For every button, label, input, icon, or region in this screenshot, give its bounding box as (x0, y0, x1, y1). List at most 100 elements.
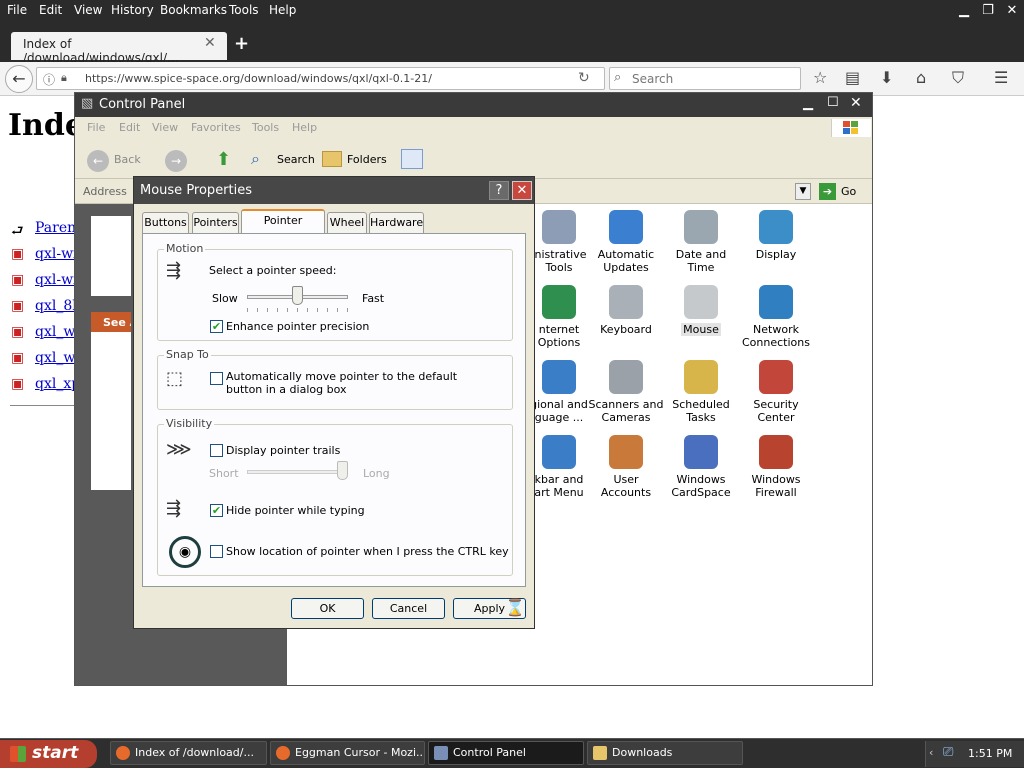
user-accounts-item[interactable]: User Accounts (587, 435, 665, 499)
menu-view[interactable]: View (74, 3, 102, 17)
item-label: Windows Firewall (751, 473, 801, 499)
close-icon[interactable]: ✕ (1003, 3, 1021, 19)
menu-tools[interactable]: Tools (229, 3, 259, 17)
minimize-icon[interactable]: ▁ (955, 3, 973, 19)
bookmark-star-icon[interactable]: ☆ (813, 68, 827, 87)
dialog-titlebar[interactable]: Mouse Properties ? ✕ (134, 177, 534, 204)
ctrl-locate-checkbox[interactable] (210, 545, 223, 558)
reading-list-icon[interactable]: ▤ (845, 68, 860, 87)
network-connections-item[interactable]: Network Connections (737, 285, 815, 349)
menu-bookmarks[interactable]: Bookmarks (160, 3, 227, 17)
new-tab-icon[interactable]: + (234, 33, 249, 54)
control-panel-titlebar[interactable]: ▧ Control Panel ▁ ☐ ✕ (75, 93, 872, 117)
cancel-button[interactable]: Cancel (372, 598, 445, 619)
task-firefox-eggman[interactable]: Eggman Cursor - Mozi... (270, 741, 425, 765)
ok-button[interactable]: OK (291, 598, 364, 619)
back-icon[interactable]: ← (87, 150, 109, 172)
tab-hardware[interactable]: Hardware (369, 212, 424, 233)
menu-help[interactable]: Help (269, 3, 296, 17)
security-center-item[interactable]: Security Center (737, 360, 815, 424)
folders-button[interactable]: Folders (347, 153, 387, 166)
tab-wheel[interactable]: Wheel (327, 212, 367, 233)
restore-icon[interactable]: ❐ (979, 3, 997, 19)
search-icon: ⌕ (614, 70, 622, 85)
file-link[interactable]: qxl_xp (35, 376, 75, 392)
reload-icon[interactable]: ↻ (578, 70, 590, 86)
views-icon[interactable] (401, 149, 423, 169)
mouse-properties-dialog: Mouse Properties ? ✕ Buttons Pointers Po… (133, 176, 535, 629)
speed-slider-thumb[interactable] (292, 286, 303, 305)
up-folder-icon[interactable]: ⬆ (216, 149, 231, 170)
cardspace-icon (684, 435, 718, 469)
search-button[interactable]: Search (277, 153, 315, 166)
tray-expand-icon[interactable]: ‹ (929, 746, 933, 759)
trail-slider-track[interactable] (247, 470, 348, 474)
mouse-item[interactable]: Mouse (662, 285, 740, 336)
close-icon[interactable]: ✕ (512, 181, 532, 200)
see-also-header[interactable]: See A (91, 312, 131, 332)
search-box[interactable]: ⌕ Search (609, 67, 801, 90)
keyboard-item[interactable]: Keyboard (587, 285, 665, 336)
display-item[interactable]: Display (737, 210, 815, 261)
menu-view[interactable]: View (152, 121, 178, 134)
parent-directory-link[interactable]: Parent Directory (35, 220, 77, 236)
menu-edit[interactable]: Edit (119, 121, 140, 134)
task-label: Downloads (612, 746, 673, 759)
menu-history[interactable]: History (111, 3, 154, 17)
tab-close-icon[interactable]: ✕ (204, 35, 216, 51)
info-icon[interactable]: ⓘ (43, 71, 55, 88)
file-link[interactable]: qxl-wi (35, 272, 75, 288)
group-label: Snap To (164, 348, 211, 361)
url-bar[interactable]: ⓘ 🔒︎ https://www.spice-space.org/downloa… (36, 67, 605, 90)
file-icon: ▣ (11, 298, 25, 314)
network-icon (759, 285, 793, 319)
snap-to-checkbox[interactable] (210, 372, 223, 385)
search-icon[interactable]: ⌕ (251, 149, 260, 169)
menu-file[interactable]: File (87, 121, 105, 134)
menu-edit[interactable]: Edit (39, 3, 62, 17)
back-icon[interactable]: ← (5, 65, 33, 93)
hamburger-menu-icon[interactable]: ☰ (994, 68, 1008, 87)
file-link[interactable]: qxl_w (35, 350, 75, 366)
task-firefox-index[interactable]: Index of /download/... (110, 741, 267, 765)
pocket-icon[interactable]: ⛉ (952, 68, 964, 88)
tab-buttons[interactable]: Buttons (142, 212, 189, 233)
download-icon[interactable]: ⬇ (880, 68, 893, 87)
task-downloads[interactable]: Downloads (587, 741, 743, 765)
windows-firewall-item[interactable]: Windows Firewall (737, 435, 815, 499)
maximize-icon[interactable]: ☐ (827, 95, 839, 110)
scheduled-tasks-item[interactable]: Scheduled Tasks (662, 360, 740, 424)
forward-icon[interactable]: → (165, 150, 187, 172)
go-button[interactable]: Go (841, 185, 856, 198)
menu-help[interactable]: Help (292, 121, 317, 134)
motion-group: Motion ⇶ Select a pointer speed: Slow Fa… (157, 242, 513, 341)
file-link[interactable]: qxl-wi (35, 246, 75, 262)
close-icon[interactable]: ✕ (850, 95, 862, 111)
back-label[interactable]: Back (114, 153, 141, 166)
network-tray-icon[interactable]: ⎚ (943, 745, 953, 760)
menu-favorites[interactable]: Favorites (191, 121, 241, 134)
folders-icon[interactable] (322, 151, 342, 167)
trail-slider-thumb[interactable] (337, 461, 348, 480)
help-icon[interactable]: ? (489, 181, 509, 200)
file-link[interactable]: qxl_8k (35, 298, 75, 314)
minimize-icon[interactable]: ▁ (803, 96, 813, 111)
task-control-panel[interactable]: Control Panel (428, 741, 584, 765)
date-and-time-item[interactable]: Date and Time (662, 210, 740, 274)
scanners-cameras-item[interactable]: Scanners and Cameras (587, 360, 665, 424)
windows-cardspace-item[interactable]: Windows CardSpace (662, 435, 740, 499)
menu-file[interactable]: File (7, 3, 27, 17)
home-icon[interactable]: ⌂ (916, 68, 926, 87)
chevron-down-icon[interactable]: ▼ (795, 183, 811, 200)
go-arrow-icon[interactable]: ➔ (819, 183, 836, 200)
menu-tools[interactable]: Tools (252, 121, 279, 134)
browser-tab[interactable]: Index of /download/windows/qxl/... ✕ (11, 32, 227, 65)
automatic-updates-item[interactable]: Automatic Updates (587, 210, 665, 274)
enhance-precision-checkbox[interactable]: ✔ (210, 320, 223, 333)
tab-pointers[interactable]: Pointers (192, 212, 239, 233)
tab-pointer-options[interactable]: Pointer Options (241, 209, 325, 246)
file-link[interactable]: qxl_w (35, 324, 75, 340)
hide-pointer-checkbox[interactable]: ✔ (210, 504, 223, 517)
pointer-trails-checkbox[interactable] (210, 444, 223, 457)
start-button[interactable]: start (0, 740, 97, 768)
